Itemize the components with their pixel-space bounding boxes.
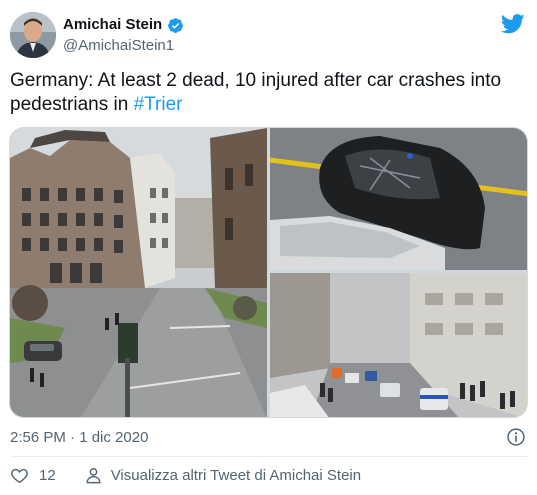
tweet-actions: 12 Visualizza altri Tweet di Amichai Ste… bbox=[10, 466, 361, 485]
author-name[interactable]: Amichai Stein bbox=[63, 15, 162, 35]
tweet-embed: Amichai Stein @AmichaiStein1 Germany: At… bbox=[0, 0, 537, 495]
twitter-bird-icon[interactable] bbox=[501, 14, 525, 34]
shopping-street-police-photo[interactable] bbox=[270, 273, 527, 417]
crashed-car-photo[interactable] bbox=[270, 128, 527, 270]
avatar[interactable] bbox=[10, 12, 56, 58]
divider bbox=[10, 456, 527, 457]
author-handle[interactable]: @AmichaiStein1 bbox=[63, 36, 184, 56]
tweet-text: Germany: At least 2 dead, 10 injured aft… bbox=[10, 69, 520, 117]
author-block[interactable]: Amichai Stein @AmichaiStein1 bbox=[63, 15, 184, 56]
tweet-timestamp[interactable]: 2:56 PM · 1 dic 2020 bbox=[10, 428, 148, 448]
media-grid bbox=[9, 127, 528, 418]
info-icon[interactable] bbox=[506, 427, 526, 447]
person-icon bbox=[86, 468, 101, 484]
hashtag-link[interactable]: #Trier bbox=[134, 94, 183, 115]
verified-badge-icon bbox=[168, 17, 184, 33]
like-button[interactable]: 12 bbox=[10, 466, 56, 485]
more-tweets-link[interactable]: Visualizza altri Tweet di Amichai Stein bbox=[84, 466, 361, 485]
street-intersection-photo[interactable] bbox=[10, 128, 267, 417]
heart-icon bbox=[11, 468, 28, 484]
like-count: 12 bbox=[39, 467, 56, 484]
more-tweets-label: Visualizza altri Tweet di Amichai Stein bbox=[110, 467, 362, 484]
tweet-text-body: Germany: At least 2 dead, 10 injured aft… bbox=[10, 70, 502, 115]
